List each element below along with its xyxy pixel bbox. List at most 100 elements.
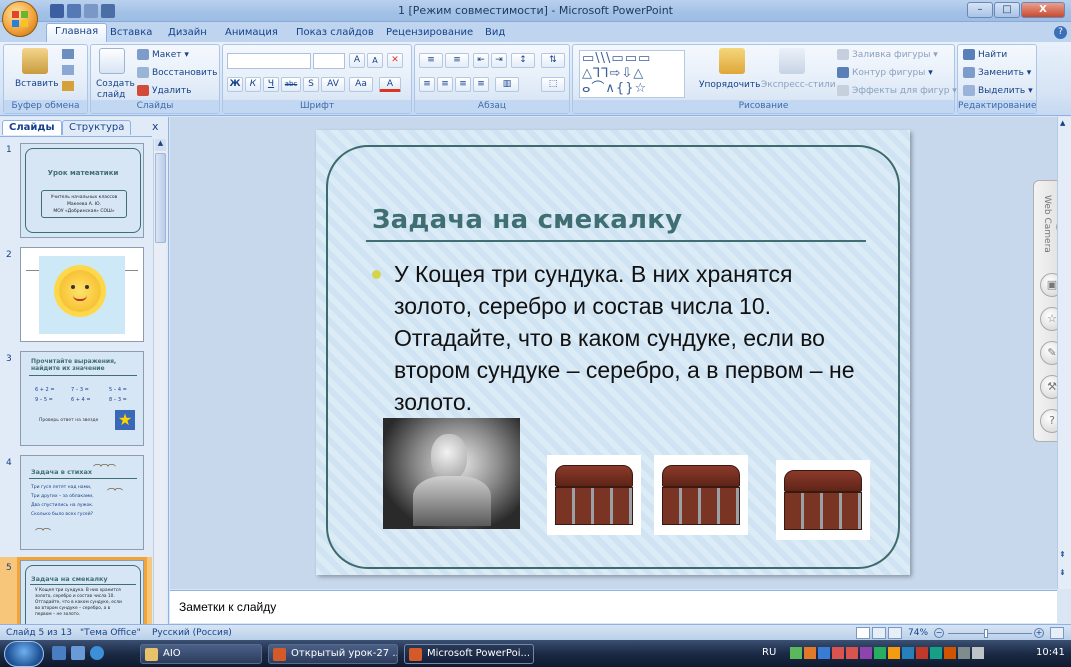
slide-thumb-4[interactable]: Задача в стихах Три гуся летят над нами,… [20,455,144,550]
chest-image-2[interactable] [654,455,748,535]
slide-body-text[interactable]: У Кощея три сундука. В них хранятся золо… [394,258,864,418]
slide-scrollbar[interactable]: ▲ ⇞ ⇟ [1057,117,1071,589]
reset-button[interactable]: Восстановить [137,67,217,78]
tab-animation[interactable]: Анимация [217,25,286,40]
change-case-button[interactable]: Aa [349,77,373,92]
zoom-in-icon[interactable]: + [1034,628,1044,638]
tab-outline-pane[interactable]: Структура [62,120,132,135]
format-painter-icon[interactable] [62,81,74,91]
bold-button[interactable]: Ж [227,77,243,92]
close-button[interactable]: X [1021,2,1065,18]
clock[interactable]: 10:41 [1036,647,1065,658]
align-text-icon[interactable]: ⬚ [541,77,565,92]
slide-canvas[interactable]: Задача на смекалку У Кощея три сундука. … [316,130,910,575]
minimize-button[interactable]: – [967,2,993,18]
new-slide-button-line2[interactable]: слайд [97,90,125,100]
tab-slides-pane[interactable]: Слайды [2,120,62,135]
network-icon[interactable] [958,647,970,659]
taskbar-item-doc[interactable]: Открытый урок-27 ... [268,644,398,664]
font-color-button[interactable]: A [379,77,401,92]
taskbar-item-powerpoint[interactable]: Microsoft PowerPoi... [404,644,534,664]
koschei-photo[interactable] [383,418,520,529]
zoom-level[interactable]: 74% [908,628,928,638]
tray-icon[interactable] [888,647,900,659]
bullets-icon[interactable]: ≡ [419,53,443,68]
tray-icon[interactable] [790,647,802,659]
cut-icon[interactable] [62,49,74,59]
tray-icon[interactable] [832,647,844,659]
line-spacing-icon[interactable]: ↕ [511,53,535,68]
replace-button[interactable]: Заменить ▾ [963,67,1031,78]
grow-font-button[interactable]: A [349,53,365,68]
quick-styles-icon[interactable] [779,48,805,74]
slide-title[interactable]: Задача на смекалку [372,205,682,235]
arrange-icon[interactable] [719,48,745,74]
columns-icon[interactable]: ▥ [495,77,519,92]
slide-thumb-5[interactable]: Задача на смекалку У Кощея три сундука. … [17,557,147,630]
normal-view-icon[interactable] [856,627,870,639]
font-size-combo[interactable] [313,53,345,69]
arrange-button[interactable]: Упорядочить [699,80,760,90]
prev-slide-icon[interactable]: ⇞ [1059,551,1066,559]
new-slide-button[interactable]: Создать [96,79,135,89]
slideshow-view-icon[interactable] [888,627,902,639]
strike-button[interactable]: abc [281,77,301,92]
next-slide-icon[interactable]: ⇟ [1059,569,1066,577]
tray-icon[interactable] [804,647,816,659]
text-direction-icon[interactable]: ⇅ [541,53,565,68]
show-desktop-icon[interactable] [52,646,66,660]
tray-icon[interactable] [916,647,928,659]
underline-button[interactable]: Ч [263,77,279,92]
new-slide-icon[interactable] [99,48,125,74]
shapes-gallery[interactable]: ▭\\\▭▭▭ △⅂⅂⇨⇩△ ⴰ⌒∧{}☆ [579,50,685,98]
scroll-thumb[interactable] [155,153,166,243]
shadow-button[interactable]: S [303,77,319,92]
tray-icon[interactable] [874,647,886,659]
tray-icon[interactable] [860,647,872,659]
start-button[interactable] [4,641,44,667]
tray-icon[interactable] [944,647,956,659]
zoom-slider-thumb[interactable] [984,629,988,638]
decrease-indent-icon[interactable]: ⇤ [473,53,489,68]
ie-icon[interactable] [90,646,104,660]
clear-format-icon[interactable]: ✕ [387,53,403,68]
language-indicator[interactable]: RU [762,647,776,658]
office-button[interactable] [2,1,38,37]
shape-effects-button[interactable]: Эффекты для фигур ▾ [837,85,957,96]
maximize-button[interactable]: □ [994,2,1020,18]
numbering-icon[interactable]: ≡ [445,53,469,68]
layout-button[interactable]: Макет ▾ [137,49,189,60]
paste-icon[interactable] [22,48,48,74]
zoom-out-icon[interactable]: − [934,628,944,638]
fit-window-icon[interactable] [1050,627,1064,639]
scroll-up-icon[interactable]: ▲ [1060,119,1065,127]
slide-thumb-3[interactable]: Прочитайте выражения, найдите их значени… [20,351,144,446]
tab-view[interactable]: Вид [477,25,513,40]
paste-button[interactable]: Вставить [15,79,59,89]
tab-insert[interactable]: Вставка [102,25,160,40]
notes-placeholder[interactable]: Заметки к слайду [179,600,276,614]
shrink-font-button[interactable]: A [367,53,383,68]
notes-pane[interactable]: Заметки к слайду [170,590,1057,623]
increase-indent-icon[interactable]: ⇥ [491,53,507,68]
find-button[interactable]: Найти [963,49,1007,60]
select-button[interactable]: Выделить ▾ [963,85,1033,96]
tab-slideshow[interactable]: Показ слайдов [288,25,382,40]
shape-fill-button[interactable]: Заливка фигуры ▾ [837,49,938,60]
slides-pane-scrollbar[interactable]: ▲ [153,139,166,627]
delete-slide-button[interactable]: Удалить [137,85,191,96]
volume-icon[interactable] [972,647,984,659]
tray-icon[interactable] [846,647,858,659]
scroll-up-icon[interactable]: ▲ [155,139,166,151]
tab-review[interactable]: Рецензирование [378,25,481,40]
help-icon[interactable]: ? [1054,26,1067,39]
slide-thumb-1[interactable]: Урок математики Учитель начальных классо… [20,143,144,238]
quick-styles-button[interactable]: Экспресс-стили [761,80,836,90]
zoom-slider[interactable] [948,633,1032,634]
taskbar-item-aio[interactable]: AIO [140,644,262,664]
align-center-icon[interactable]: ≡ [437,77,453,92]
italic-button[interactable]: К [245,77,261,92]
close-pane-icon[interactable]: x [152,120,159,133]
slide-thumb-2[interactable] [20,247,144,342]
shape-outline-button[interactable]: Контур фигуры ▾ [837,67,933,78]
